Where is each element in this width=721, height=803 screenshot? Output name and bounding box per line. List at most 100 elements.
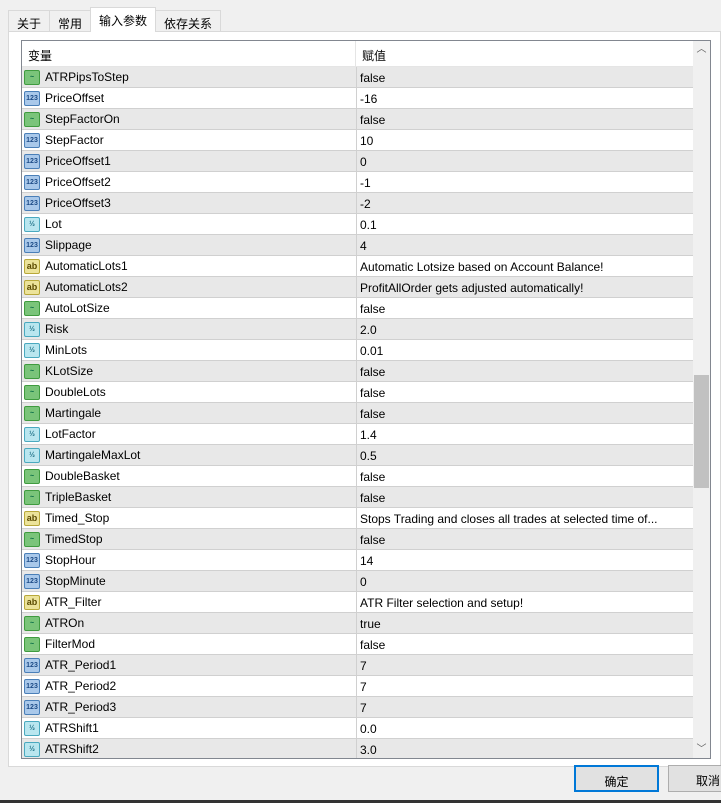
value-cell[interactable]: false xyxy=(356,403,694,423)
table-row[interactable]: ~ DoubleLots false xyxy=(22,382,694,403)
variable-name: StopMinute xyxy=(45,574,106,588)
table-row[interactable]: ~ DoubleBasket false xyxy=(22,466,694,487)
tab-1[interactable]: 常用 xyxy=(49,10,92,32)
variable-name: ATRPipsToStep xyxy=(45,70,129,84)
table-row[interactable]: 123 ATR_Period3 7 xyxy=(22,697,694,718)
value-cell[interactable]: 0.1 xyxy=(356,214,694,234)
tab-3[interactable]: 依存关系 xyxy=(155,10,222,32)
table-row[interactable]: ~ FilterMod false xyxy=(22,634,694,655)
table-row[interactable]: ~ AutoLotSize false xyxy=(22,298,694,319)
value-cell[interactable]: true xyxy=(356,613,694,633)
string-param-icon: ab xyxy=(24,258,40,274)
value-cell[interactable]: 0.5 xyxy=(356,445,694,465)
variable-cell: 123 PriceOffset1 xyxy=(22,151,356,171)
table-row[interactable]: ab Timed_Stop Stops Trading and closes all… xyxy=(22,508,694,529)
table-row[interactable]: ~ StepFactorOn false xyxy=(22,109,694,130)
table-row[interactable]: ½ Risk 2.0 xyxy=(22,319,694,340)
tab-2[interactable]: 输入参数 xyxy=(90,7,157,32)
value-cell[interactable]: 4 xyxy=(356,235,694,255)
value-cell[interactable]: false xyxy=(356,487,694,507)
scroll-down-icon[interactable]: ﹀ xyxy=(693,741,710,758)
ok-button[interactable]: 确定 xyxy=(574,765,659,792)
table-row[interactable]: 123 ATR_Period2 7 xyxy=(22,676,694,697)
table-row[interactable]: ½ Lot 0.1 xyxy=(22,214,694,235)
variable-name: DoubleBasket xyxy=(45,469,120,483)
table-row[interactable]: ½ ATRShift1 0.0 xyxy=(22,718,694,739)
table-row[interactable]: 123 PriceOffset2 -1 xyxy=(22,172,694,193)
table-row[interactable]: ab AutomaticLots2 ProfitAllOrder gets adju… xyxy=(22,277,694,298)
table-header: 变量 赋值 xyxy=(22,41,710,67)
table-row[interactable]: 123 ATR_Period1 7 xyxy=(22,655,694,676)
table-row[interactable]: 123 PriceOffset3 -2 xyxy=(22,193,694,214)
value-cell[interactable]: 2.0 xyxy=(356,319,694,339)
value-cell[interactable]: false xyxy=(356,634,694,654)
table-row[interactable]: ½ MartingaleMaxLot 0.5 xyxy=(22,445,694,466)
variable-cell: ~ TripleBasket xyxy=(22,487,356,507)
value-cell[interactable]: Stops Trading and closes all trades at s… xyxy=(356,508,694,528)
double-param-icon: ½ xyxy=(24,426,40,442)
scrollbar-thumb[interactable] xyxy=(694,375,709,488)
value-cell[interactable]: 0.01 xyxy=(356,340,694,360)
tab-0[interactable]: 关于 xyxy=(8,10,51,32)
variable-name: AutomaticLots1 xyxy=(45,259,128,273)
value-cell[interactable]: false xyxy=(356,382,694,402)
table-row[interactable]: ab AutomaticLots1 Automatic Lotsize based … xyxy=(22,256,694,277)
column-header-variable[interactable]: 变量 xyxy=(22,41,356,66)
table-row[interactable]: ½ ATRShift2 3.0 xyxy=(22,739,694,758)
value-cell[interactable]: 3.0 xyxy=(356,739,694,758)
bool-param-icon: ~ xyxy=(24,300,40,316)
value-cell[interactable]: 0.0 xyxy=(356,718,694,738)
value-cell[interactable]: -16 xyxy=(356,88,694,108)
value-cell[interactable]: false xyxy=(356,466,694,486)
value-cell[interactable]: 14 xyxy=(356,550,694,570)
value-cell[interactable]: ATR Filter selection and setup! xyxy=(356,592,694,612)
table-row[interactable]: 123 StopHour 14 xyxy=(22,550,694,571)
scroll-up-icon[interactable]: ︿ xyxy=(693,41,710,58)
value-cell[interactable]: ProfitAllOrder gets adjusted automatical… xyxy=(356,277,694,297)
value-cell[interactable]: 10 xyxy=(356,130,694,150)
variable-cell: ~ Martingale xyxy=(22,403,356,423)
double-param-icon: ½ xyxy=(24,720,40,736)
value-cell[interactable]: false xyxy=(356,67,694,87)
variable-cell: ½ Risk xyxy=(22,319,356,339)
value-cell[interactable]: 7 xyxy=(356,697,694,717)
cancel-button[interactable]: 取消 xyxy=(668,765,721,792)
table-row[interactable]: ~ TimedStop false xyxy=(22,529,694,550)
table-row[interactable]: 123 PriceOffset -16 xyxy=(22,88,694,109)
table-row[interactable]: 123 StepFactor 10 xyxy=(22,130,694,151)
variable-name: MartingaleMaxLot xyxy=(45,448,141,462)
table-row[interactable]: ~ ATROn true xyxy=(22,613,694,634)
value-cell[interactable]: -1 xyxy=(356,172,694,192)
table-row[interactable]: ~ ATRPipsToStep false xyxy=(22,67,694,88)
value-cell[interactable]: 7 xyxy=(356,676,694,696)
vertical-scrollbar[interactable]: ︿ ﹀ xyxy=(693,41,710,758)
string-param-icon: ab xyxy=(24,279,40,295)
value-cell[interactable]: false xyxy=(356,361,694,381)
value-cell[interactable]: 0 xyxy=(356,151,694,171)
table-row[interactable]: 123 Slippage 4 xyxy=(22,235,694,256)
variable-cell: ~ ATROn xyxy=(22,613,356,633)
value-cell[interactable]: 7 xyxy=(356,655,694,675)
value-cell[interactable]: false xyxy=(356,529,694,549)
value-cell[interactable]: 0 xyxy=(356,571,694,591)
variable-cell: ½ LotFactor xyxy=(22,424,356,444)
variable-name: TimedStop xyxy=(45,532,103,546)
table-row[interactable]: ½ LotFactor 1.4 xyxy=(22,424,694,445)
value-cell[interactable]: Automatic Lotsize based on Account Balan… xyxy=(356,256,694,276)
value-cell[interactable]: false xyxy=(356,298,694,318)
table-row[interactable]: 123 PriceOffset1 0 xyxy=(22,151,694,172)
value-cell[interactable]: -2 xyxy=(356,193,694,213)
variable-name: ATROn xyxy=(45,616,85,630)
value-cell[interactable]: false xyxy=(356,109,694,129)
variable-name: StepFactor xyxy=(45,133,104,147)
variable-name: Martingale xyxy=(45,406,102,420)
column-header-value[interactable]: 赋值 xyxy=(356,41,392,66)
table-row[interactable]: ab ATR_Filter ATR Filter selection and set… xyxy=(22,592,694,613)
variable-cell: 123 ATR_Period1 xyxy=(22,655,356,675)
table-row[interactable]: 123 StopMinute 0 xyxy=(22,571,694,592)
table-row[interactable]: ~ Martingale false xyxy=(22,403,694,424)
table-row[interactable]: ½ MinLots 0.01 xyxy=(22,340,694,361)
table-row[interactable]: ~ TripleBasket false xyxy=(22,487,694,508)
value-cell[interactable]: 1.4 xyxy=(356,424,694,444)
table-row[interactable]: ~ KLotSize false xyxy=(22,361,694,382)
